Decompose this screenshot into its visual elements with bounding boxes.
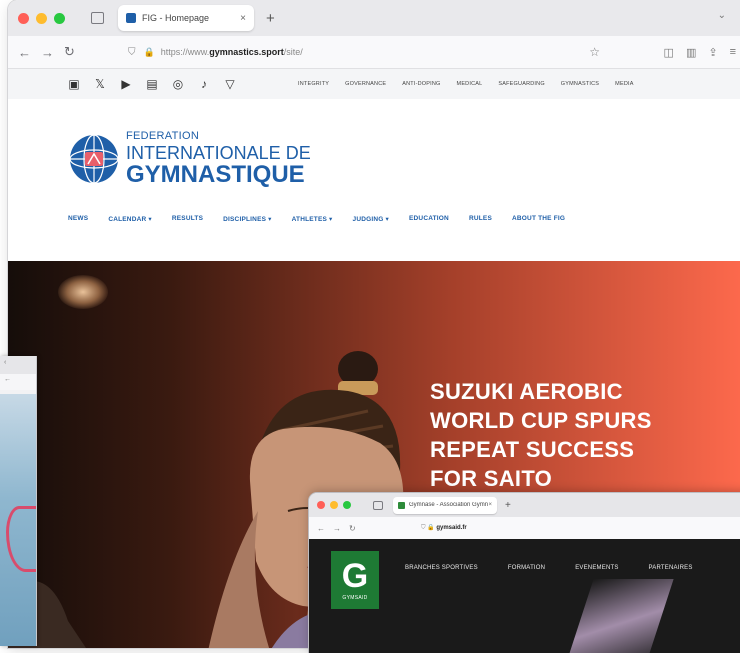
url-host: gymnastics.sport [209,47,284,57]
utility-link-anti-doping[interactable]: ANTI-DOPING [402,81,440,87]
nav-athletes[interactable]: ATHLETES ▾ [292,215,333,223]
utility-nav: INTEGRITY GOVERNANCE ANTI-DOPING MEDICAL… [298,81,634,87]
gymsaid-tab-bar: Gymnase - Association Gymn... × + [309,493,740,517]
back-button[interactable]: ← [18,45,31,60]
nav-about[interactable]: ABOUT THE FIG [512,215,565,223]
forward-button[interactable]: → [41,45,54,60]
minimize-window-button[interactable] [36,12,47,24]
instagram-icon[interactable]: ◎ [172,77,184,91]
gymsaid-address-bar: ← → ↻ ⛉ 🔒 gymsaid.fr [309,517,740,540]
menu-icon[interactable]: ≡ [730,46,736,59]
gymsaid-zoom-window-button[interactable] [343,501,351,509]
youtube-icon[interactable]: ▶ [120,77,132,91]
library-icon[interactable]: ▥ [686,46,696,59]
utility-link-medical[interactable]: MEDICAL [457,81,483,87]
hero-headline-line-4: FOR SAITO [430,466,553,491]
lock-icon[interactable]: 🔒 [144,47,155,58]
logo-line-1: FEDERATION [126,130,200,142]
url-suffix: /site/ [283,47,303,57]
vk-icon[interactable]: ▽ [224,77,236,91]
tab-close-icon[interactable]: × [240,13,246,24]
utility-link-media[interactable]: MEDIA [615,81,633,87]
gymsaid-tab-title: Gymnase - Association Gymn... [409,502,489,508]
gymsaid-window-controls [317,501,351,509]
utility-link-governance[interactable]: GOVERNANCE [345,81,386,87]
gymsaid-logo-sub: GYMSAID [342,595,368,601]
nav-results[interactable]: RESULTS [172,215,203,223]
gymsaid-nav-evenements[interactable]: EVENEMENTS [575,565,618,571]
gymsaid-browser-window[interactable]: Gymnase - Association Gymn... × + ← → ↻ … [309,493,740,653]
nav-judging[interactable]: JUDGING ▾ [353,215,389,223]
gymsaid-forward-button[interactable]: → [333,524,341,533]
gymsaid-hero-figure [564,579,674,653]
hero-headline[interactable]: SUZUKI AEROBIC WORLD CUP SPURS REPEAT SU… [430,377,652,493]
gymsaid-url-field[interactable]: ⛉ 🔒 gymsaid.fr [421,524,467,532]
nav-disciplines[interactable]: DISCIPLINES ▾ [223,215,271,223]
gymsaid-nav: BRANCHES SPORTIVES FORMATION EVENEMENTS … [405,565,693,571]
tab-overview-icon[interactable] [91,12,104,24]
share-icon[interactable]: ⇪ [708,46,717,59]
logo-line-3: GYMNASTIQUE [126,161,305,188]
facebook-icon[interactable]: ▣ [68,77,80,91]
gymsaid-new-tab-button[interactable]: + [505,500,511,511]
window-controls [18,12,65,24]
fig-favicon-icon [126,13,136,23]
gymsaid-tab[interactable]: Gymnase - Association Gymn... × [393,496,497,514]
gymsaid-close-window-button[interactable] [317,501,325,509]
gymsaid-tab-overview-icon[interactable] [373,500,383,510]
hero-headline-line-1: SUZUKI AEROBIC [430,379,623,404]
gymsaid-logo-letter: G [341,557,369,595]
close-window-button[interactable] [18,12,29,24]
gymsaid-back-button[interactable]: ← [317,524,325,533]
background-browser-window[interactable]: ‹ ← [0,356,37,646]
hero-headline-line-2: WORLD CUP SPURS [430,408,652,433]
background-window-urlbar: ← [0,374,36,390]
address-bar: ← → ↻ ⛉ 🔒 https://www. gymnastics.sport/s… [8,36,740,69]
gymsaid-url-host: gymsaid.fr [436,525,467,531]
background-window-tabbar: ‹ [0,356,36,374]
url-prefix: https://www. [160,47,210,57]
gymsaid-page: G GYMSAID BRANCHES SPORTIVES FORMATION E… [309,539,740,653]
nav-news[interactable]: NEWS [68,215,88,223]
logo-line-2: INTERNATIONALE DE [126,143,311,163]
gymsaid-nav-partenaires[interactable]: PARTENAIRES [649,565,693,571]
browser-toolbar: ◫ ▥ ⇪ ≡ [664,46,736,59]
fig-logo[interactable]: FEDERATION INTERNATIONALE DE GYMNASTIQUE [68,131,311,187]
nav-rules[interactable]: RULES [469,215,492,223]
hero-headline-line-3: REPEAT SUCCESS [430,437,635,462]
main-nav: NEWS CALENDAR ▾ RESULTS DISCIPLINES ▾ AT… [68,215,565,223]
nav-calendar[interactable]: CALENDAR ▾ [108,215,152,223]
pocket-icon[interactable]: ◫ [664,46,674,59]
zoom-window-button[interactable] [54,12,65,24]
gymsaid-logo[interactable]: G GYMSAID [331,551,379,609]
tab-bar: FIG - Homepage × + ⌄ [8,0,740,36]
gymsaid-tab-close-icon[interactable]: × [488,502,492,508]
gymsaid-favicon-icon [398,501,405,509]
x-icon[interactable]: 𝕏 [94,77,106,91]
social-links: ▣ 𝕏 ▶ ▤ ◎ ♪ ▽ [68,77,236,91]
nav-education[interactable]: EDUCATION [409,215,449,223]
utility-bar: ▣ 𝕏 ▶ ▤ ◎ ♪ ▽ INTEGRITY GOVERNANCE ANTI-… [8,69,740,99]
bookmark-star-icon[interactable]: ☆ [589,45,600,59]
tiktok-icon[interactable]: ♪ [198,77,210,91]
tab-title: FIG - Homepage [142,13,210,23]
utility-link-integrity[interactable]: INTEGRITY [298,81,329,87]
utility-link-gymnastics[interactable]: GYMNASTICS [561,81,599,87]
reload-button[interactable]: ↻ [64,44,75,60]
gymsaid-minimize-window-button[interactable] [330,501,338,509]
linkedin-icon[interactable]: ▤ [146,77,158,91]
tab-fig-homepage[interactable]: FIG - Homepage × [118,5,254,31]
fig-wordmark: FEDERATION INTERNATIONALE DE GYMNASTIQUE [126,131,311,187]
gymsaid-nav-branches[interactable]: BRANCHES SPORTIVES [405,565,478,571]
gymsaid-reload-button[interactable]: ↻ [349,524,356,533]
shield-icon[interactable]: ⛉ [128,47,136,58]
fig-globe-icon [69,134,119,184]
gymsaid-nav-formation[interactable]: FORMATION [508,565,545,571]
tab-list-chevron-icon[interactable]: ⌄ [718,10,726,21]
new-tab-button[interactable]: + [266,10,275,27]
url-field[interactable]: ⛉ 🔒 https://www. gymnastics.sport/site/ ☆ [128,41,600,63]
utility-link-safeguarding[interactable]: SAFEGUARDING [498,81,544,87]
